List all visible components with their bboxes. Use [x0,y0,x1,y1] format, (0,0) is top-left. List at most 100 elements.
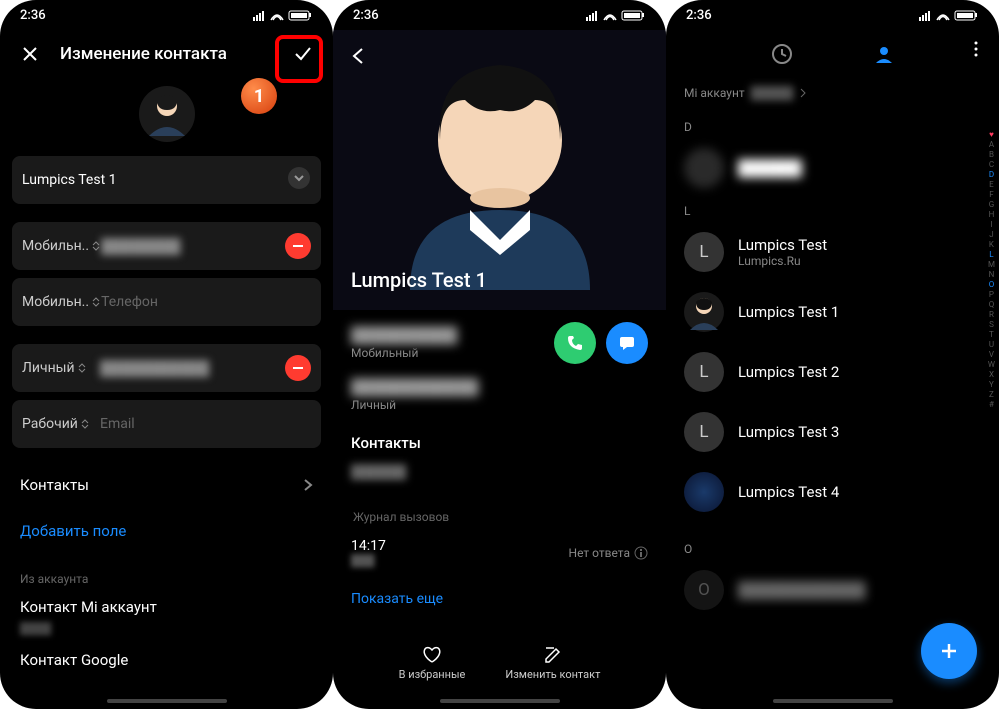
account-google[interactable]: Контакт Google [0,645,333,673]
edit-contact-button[interactable]: Изменить контакт [505,645,600,681]
section-letter-o: O [666,536,999,560]
personal-field[interactable]: Личный ███████████ [12,344,321,392]
statusbar-time: 2:36 [353,8,379,23]
edit-label: Изменить контакт [505,668,600,681]
calllog-header: Журнал вызовов [333,484,666,530]
tab-contacts[interactable] [873,43,895,69]
account-mi[interactable]: Контакт Mi аккаунт [0,592,333,620]
contact-avatar-small[interactable] [139,86,195,142]
avatar-letter: L [684,352,724,392]
expand-icon[interactable] [287,166,311,194]
page-title: Изменение контакта [60,44,273,64]
contact-row[interactable]: L Lumpics Test Lumpics.Ru [666,222,999,282]
contact-row-blurred[interactable]: ██████ [666,138,999,198]
contacts-section-title: Контакты [333,414,666,460]
section-letter-d: D [666,114,999,138]
screen-contacts-list: 2:36 Mi аккаунт █████ D ██████ L L Lumpi… [666,0,999,709]
alphabet-index[interactable]: ♥ABCDEFGHIJKLMNOPQRSTUVWXYZ# [988,130,995,409]
contact-row[interactable]: L Lumpics Test 3 [666,402,999,462]
contact-sub: Lumpics.Ru [738,254,827,268]
contacts-link[interactable]: Контакты [0,462,333,508]
contact-name: Lumpics Test 3 [738,423,839,441]
from-account-label: Из аккаунта [0,554,333,592]
show-more-button[interactable]: Показать еще [333,575,666,623]
annotation-callout-1: 1 [241,78,277,114]
menu-icon[interactable] [967,40,985,62]
linked-contact-blurred: ██████ [333,460,666,484]
statusbar: 2:36 [0,0,333,30]
field-placeholder: Email [100,416,311,432]
home-indicator[interactable] [440,699,560,703]
statusbar-icons [586,8,646,23]
name-value: Lumpics Test 1 [22,172,287,188]
info-icon[interactable] [634,546,648,560]
add-field-button[interactable]: Добавить поле [0,508,333,554]
contact-row[interactable]: L Lumpics Test 2 [666,342,999,402]
field-placeholder: Телефон [101,294,311,310]
add-contact-fab[interactable] [921,623,977,679]
field-label[interactable]: Личный [22,360,100,376]
bottom-actions: В избранные Изменить контакт [333,637,666,699]
mobile-field-2[interactable]: Мобильн.. Телефон [12,278,321,326]
avatar-icon [684,148,724,188]
contact-row[interactable]: Lumpics Test 4 [666,462,999,522]
field-value-blurred: ████████ [101,238,285,255]
calllog-entry[interactable]: 14:17 ███ Нет ответа [333,530,666,575]
close-icon[interactable] [10,34,50,74]
email-type: Личный [351,398,648,412]
work-field[interactable]: Рабочий Email [12,400,321,448]
phone-row[interactable]: ██████████ Мобильный [333,310,666,376]
avatar-letter: L [684,412,724,452]
statusbar-icons [253,8,313,23]
contact-hero: Lumpics Test 1 [333,30,666,310]
contact-name: Lumpics Test [738,236,827,254]
field-value-blurred: ███████████ [100,360,285,377]
contact-name: Lumpics Test 1 [738,303,839,321]
mi-account-value-blurred: █████ [751,86,794,100]
calllog-time: 14:17 [351,538,386,554]
home-indicator[interactable] [107,699,227,703]
contact-row-blurred[interactable]: O ████████████ [666,560,999,620]
favorite-button[interactable]: В избранные [399,645,466,681]
statusbar-icons [919,8,979,23]
statusbar: 2:36 [333,0,666,30]
email-blurred: ████████████ [351,378,648,396]
home-indicator[interactable] [773,699,893,703]
contact-name-blurred: ██████ [738,159,802,177]
phone-number-blurred: ██████████ [351,326,544,344]
statusbar: 2:36 [666,0,999,30]
mi-account-row[interactable]: Mi аккаунт █████ [666,82,999,114]
chevron-right-icon [799,88,807,98]
contact-name-blurred: ████████████ [738,581,866,599]
message-button[interactable] [606,322,648,364]
avatar-letter: O [684,570,724,610]
tabs [666,30,999,82]
calllog-date-blurred: ███ [351,554,386,567]
statusbar-time: 2:36 [686,8,712,23]
field-label[interactable]: Рабочий [22,416,100,432]
avatar-icon [684,292,724,332]
delete-field-icon[interactable] [285,233,311,259]
favorite-label: В избранные [399,668,466,681]
mobile-field-1[interactable]: Мобильн.. ████████ [12,222,321,270]
statusbar-time: 2:36 [20,8,46,23]
contact-name: Lumpics Test 4 [738,483,839,501]
screen-edit-contact: 2:36 Изменение контакта 1 Lumpics Test 1… [0,0,333,709]
field-label[interactable]: Мобильн.. [22,238,101,254]
email-row[interactable]: ████████████ Личный [333,376,666,414]
tab-recents[interactable] [771,43,793,69]
name-field[interactable]: Lumpics Test 1 [12,156,321,204]
contact-avatar-large [370,30,630,290]
account-mi-sub: ████ [0,620,333,637]
avatar-image [684,472,724,512]
call-button[interactable] [554,322,596,364]
field-label[interactable]: Мобильн.. [22,294,101,310]
contact-row-highlighted[interactable]: Lumpics Test 1 [666,282,999,342]
confirm-check-icon[interactable] [283,34,323,74]
contacts-link-label: Контакты [20,476,89,494]
section-letter-l: L [666,198,999,222]
mi-account-label: Mi аккаунт [684,86,745,100]
phone-type: Мобильный [351,346,544,360]
avatar-letter: L [684,232,724,272]
delete-field-icon[interactable] [285,355,311,381]
